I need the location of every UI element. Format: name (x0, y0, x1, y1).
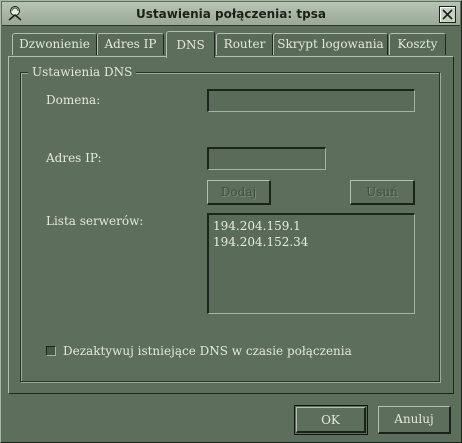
close-icon[interactable] (439, 6, 456, 23)
list-item[interactable]: 194.204.159.1 (213, 218, 414, 234)
ip-input[interactable] (207, 147, 326, 170)
servers-label: Lista serwerów: (46, 214, 144, 228)
domain-input[interactable] (207, 89, 415, 112)
disable-existing-dns-checkbox[interactable] (46, 346, 56, 356)
group-title: Ustawienia DNS (28, 64, 137, 80)
domain-label: Domena: (46, 93, 101, 107)
tab-skrypt-logowania[interactable]: Skrypt logowania (273, 33, 388, 55)
network-connection-icon[interactable] (6, 5, 24, 23)
tab-dns[interactable]: DNS (166, 31, 215, 58)
tab-adres-ip[interactable]: Adres IP (97, 33, 164, 55)
tab-router[interactable]: Router (216, 33, 273, 55)
servers-list[interactable]: 194.204.159.1 194.204.152.34 (207, 213, 415, 314)
list-item[interactable]: 194.204.152.34 (213, 234, 414, 250)
disable-existing-dns-label[interactable]: Dezaktywuj istniejące DNS w czasie połąc… (63, 343, 352, 359)
cancel-button[interactable]: Anuluj (378, 406, 451, 434)
title-bar[interactable]: Ustawienia połączenia: tpsa (2, 2, 460, 26)
ok-button-frame: OK (294, 405, 368, 435)
ok-button[interactable]: OK (296, 407, 366, 433)
window-title: Ustawienia połączenia: tpsa (136, 7, 326, 21)
remove-button[interactable]: Usuń (350, 180, 415, 205)
tab-koszty[interactable]: Koszty (389, 33, 446, 55)
ip-label: Adres IP: (46, 151, 102, 165)
tab-dzwonienie[interactable]: Dzwonienie (12, 33, 97, 55)
add-button[interactable]: Dodaj (207, 180, 271, 205)
